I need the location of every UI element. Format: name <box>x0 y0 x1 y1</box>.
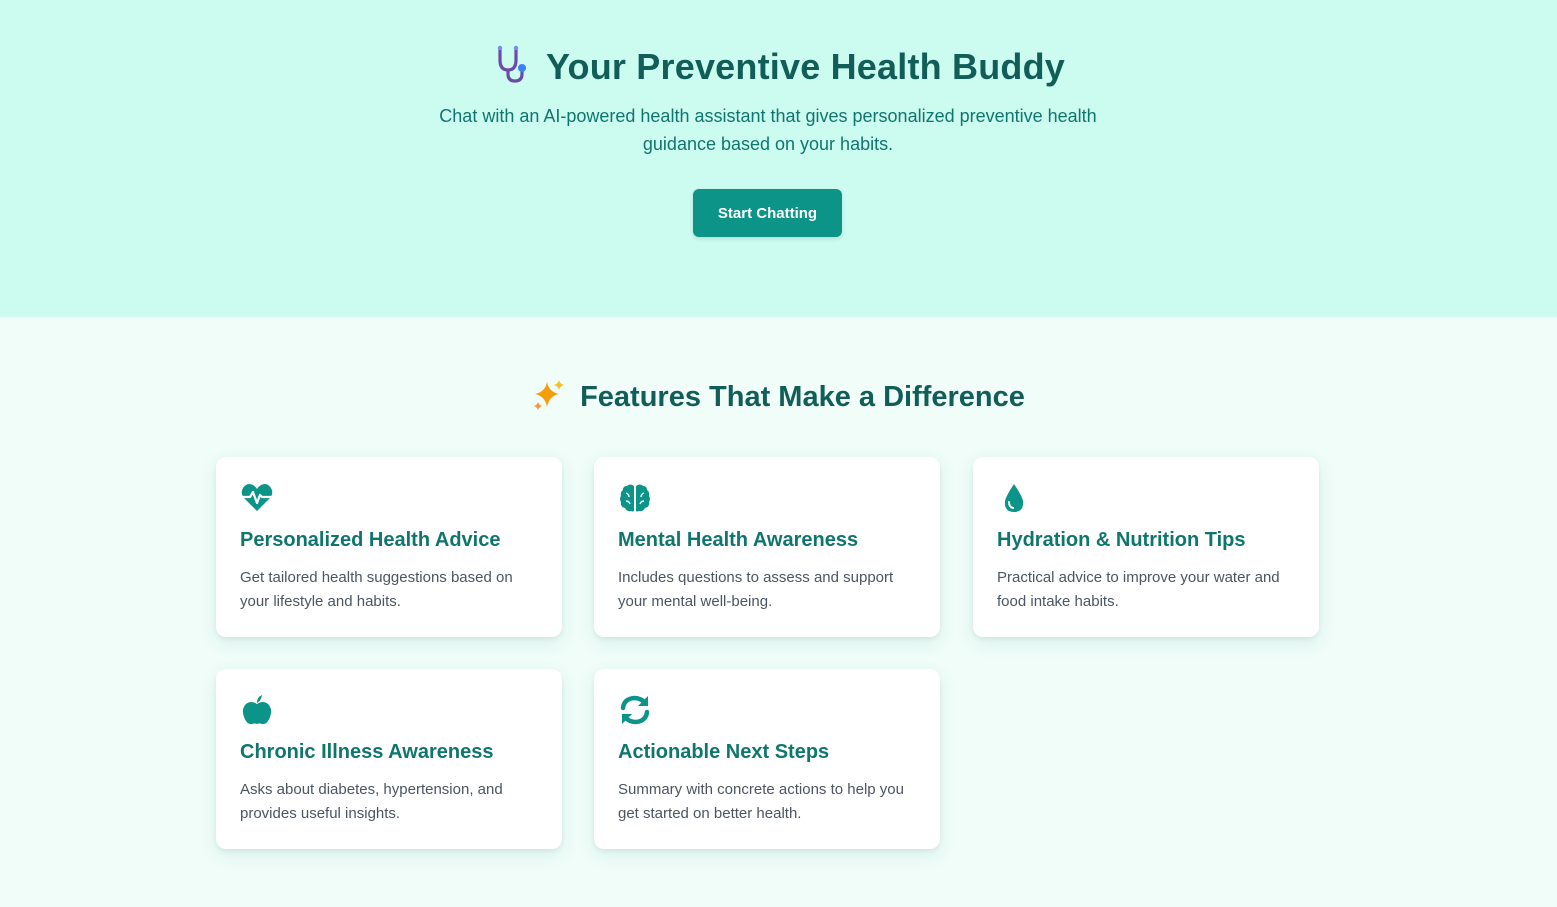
feature-card-text: Includes questions to assess and support… <box>618 569 894 610</box>
apple-icon <box>240 693 274 727</box>
hero-subtitle: Chat with an AI-powered health assistant… <box>439 106 1097 154</box>
feature-card-text: Summary with concrete actions to help yo… <box>618 781 904 822</box>
heartbeat-icon <box>240 481 274 515</box>
feature-card: Chronic Illness Awareness Asks about dia… <box>216 669 562 849</box>
water-drop-icon <box>997 481 1031 515</box>
stethoscope-icon <box>492 44 532 89</box>
features-heading-row: Features That Make a Difference <box>0 378 1557 417</box>
feature-card-text: Asks about diabetes, hypertension, and p… <box>240 781 503 822</box>
feature-card: Mental Health Awareness Includes questio… <box>594 457 940 637</box>
feature-card-text: Get tailored health suggestions based on… <box>240 569 513 610</box>
brain-icon <box>618 481 652 515</box>
feature-card: Hydration & Nutrition Tips Practical adv… <box>973 457 1319 637</box>
features-title: Features That Make a Difference <box>580 381 1025 413</box>
hero-title-row: Your Preventive Health Buddy <box>0 44 1557 89</box>
feature-card-title: Hydration & Nutrition Tips <box>997 529 1246 551</box>
feature-card-title: Personalized Health Advice <box>240 529 501 551</box>
feature-card-text: Practical advice to improve your water a… <box>997 569 1280 610</box>
feature-card: Personalized Health Advice Get tailored … <box>216 457 562 637</box>
feature-card: Actionable Next Steps Summary with concr… <box>594 669 940 849</box>
feature-card-title: Actionable Next Steps <box>618 741 830 763</box>
refresh-icon <box>618 693 652 727</box>
page-title: Your Preventive Health Buddy <box>545 45 1066 87</box>
feature-card-title: Mental Health Awareness <box>618 529 859 551</box>
feature-card-title: Chronic Illness Awareness <box>240 741 494 763</box>
start-chatting-button[interactable]: Start Chatting <box>693 189 842 237</box>
hero-section: Your Preventive Health Buddy Chat with a… <box>0 0 1557 317</box>
sparkles-icon <box>532 378 566 417</box>
